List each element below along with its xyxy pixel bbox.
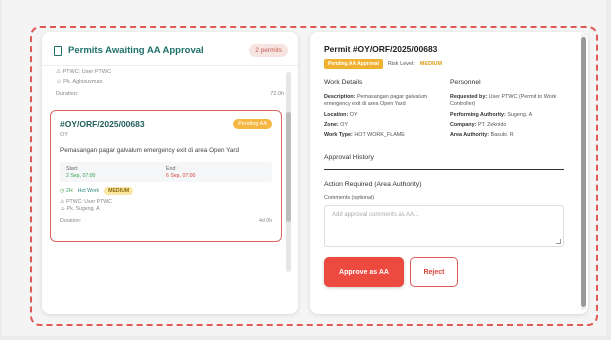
list-title: Permits Awaiting AA Approval [68,45,204,56]
resize-handle-icon[interactable] [556,239,561,245]
permit-description: Pemasangan pagar galvalum emergency exit… [60,147,239,154]
duration-row: Duration: 4d 0h [60,218,272,224]
work-type-tag: Hot Work [77,188,100,194]
end-date: 6 Sep, 07:00 [166,172,196,179]
duration-row: Duration: 72.0h [56,91,284,97]
comments-textarea[interactable]: Add approval comments as AA... [324,205,564,248]
scrollbar-thumb[interactable] [286,112,291,222]
status-row: Pending AA Approval Risk Level: MEDIUM [324,59,576,69]
zone: OY [60,132,68,138]
divider [324,169,564,171]
list-header: Permits Awaiting AA Approval 2 permits [42,32,298,66]
comments-label: Comments (optional) [324,195,375,202]
authority: ☺ Pk. Aghisuvman [56,79,103,85]
status-badge: Pending AA Approval [324,59,383,69]
requested-by: ⚠ PTWC: User PTWC [56,69,112,75]
approval-history-heading: Approval History [324,154,374,162]
risk-tag: MEDIUM [104,187,134,195]
document-icon [54,45,62,56]
permit-detail-panel: Permit #OY/ORF/2025/00683 Pending AA App… [310,32,588,314]
list-scrollbar[interactable] [286,72,291,272]
permit-count-badge: 2 permits [249,44,288,57]
detail-scrollbar[interactable] [581,34,586,310]
permit-title: Permit #OY/ORF/2025/00683 [324,44,438,54]
start-date: 2 Sep, 07:00 [66,172,96,179]
scrollbar-thumb[interactable] [581,37,586,307]
people: ⚠ PTWC: User PTWC ☺ Pk. Sugeng. A [60,199,112,212]
date-range: Start: 2 Sep, 07:00 End: 6 Sep, 07:00 [60,162,272,182]
risk-level: MEDIUM [419,61,443,67]
personnel: Personnel Requested by: User PTWC (Permi… [450,79,557,139]
selected-permit-card[interactable]: #OY/ORF/2025/00683 Pending AA OY Pemasan… [50,110,282,242]
permits-list-panel: Permits Awaiting AA Approval 2 permits ⚠… [42,32,298,314]
work-details: Work Details Description: Pemasangan pag… [324,79,428,139]
permit-id: #OY/ORF/2025/00683 [60,119,145,129]
action-required-heading: Action Required (Area Authority) [324,181,422,189]
reject-button[interactable]: Reject [410,257,458,288]
tags-row: ◷ 2H Hot Work MEDIUM [60,187,272,195]
app-frame: Permits Awaiting AA Approval 2 permits ⚠… [2,0,606,336]
list-item[interactable]: ⚠ PTWC: User PTWC ☺ Pk. Aghisuvman Durat… [42,66,298,97]
approve-button[interactable]: Approve as AA [324,257,404,288]
hours: ◷ 2H [60,188,73,194]
status-badge: Pending AA [233,119,272,129]
